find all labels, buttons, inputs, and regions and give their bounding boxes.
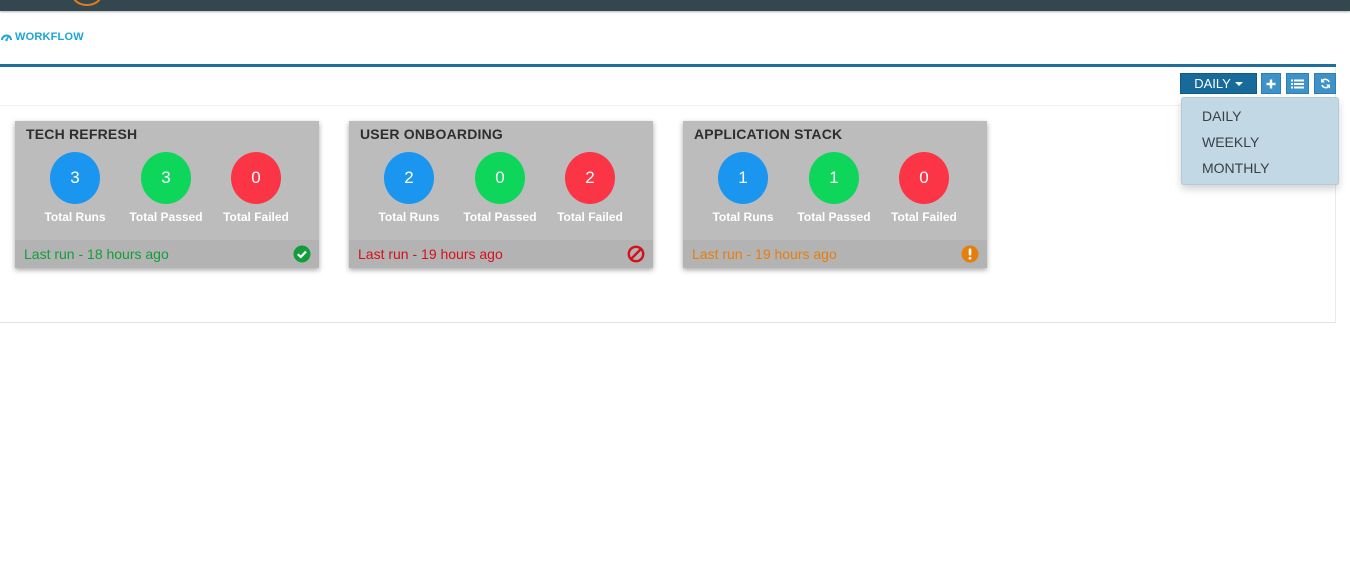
last-run-text: Last run - 19 hours ago bbox=[692, 246, 837, 262]
refresh-icon bbox=[1320, 78, 1330, 89]
card-title: APPLICATION STACK bbox=[694, 126, 843, 142]
ban-icon bbox=[627, 245, 645, 263]
period-option-weekly[interactable]: WEEKLY bbox=[1202, 134, 1259, 150]
check-circle-icon bbox=[293, 245, 311, 263]
total-passed-count: 3 bbox=[141, 152, 191, 204]
total-passed-label: Total Passed bbox=[797, 210, 871, 224]
card-title: TECH REFRESH bbox=[26, 126, 138, 142]
total-runs-label: Total Runs bbox=[44, 210, 106, 224]
total-passed-count: 0 bbox=[475, 152, 525, 204]
total-failed-label: Total Failed bbox=[891, 210, 957, 224]
top-navbar bbox=[0, 0, 1350, 11]
list-icon bbox=[1291, 79, 1304, 88]
card-footer: Last run - 18 hours ago bbox=[15, 240, 319, 268]
list-view-button[interactable] bbox=[1286, 73, 1309, 94]
period-dropdown-label: DAILY bbox=[1194, 76, 1231, 91]
total-failed-count: 0 bbox=[899, 152, 949, 204]
card-footer: Last run - 19 hours ago bbox=[349, 240, 653, 268]
total-failed-count: 2 bbox=[565, 152, 615, 204]
total-passed-label: Total Passed bbox=[463, 210, 537, 224]
last-run-text: Last run - 19 hours ago bbox=[358, 246, 503, 262]
total-passed-label: Total Passed bbox=[129, 210, 203, 224]
plus-icon bbox=[1266, 79, 1276, 88]
toolbar-divider bbox=[0, 105, 1336, 106]
period-dropdown-button[interactable]: DAILY bbox=[1180, 73, 1257, 94]
period-dropdown-menu: DAILY WEEKLY MONTHLY bbox=[1181, 97, 1339, 185]
period-option-daily[interactable]: DAILY bbox=[1202, 108, 1241, 124]
dashboard-icon bbox=[1, 32, 12, 42]
add-workflow-button[interactable] bbox=[1261, 73, 1281, 94]
workflow-card[interactable]: TECH REFRESH 3 3 0 Total Runs Total Pass… bbox=[15, 121, 319, 268]
total-runs-label: Total Runs bbox=[378, 210, 440, 224]
workflow-card[interactable]: APPLICATION STACK 1 1 0 Total Runs Total… bbox=[683, 121, 987, 268]
last-run-text: Last run - 18 hours ago bbox=[24, 246, 169, 262]
breadcrumb-label: WORKFLOW bbox=[15, 31, 84, 43]
total-runs-count: 3 bbox=[50, 152, 100, 204]
breadcrumb[interactable]: WORKFLOW bbox=[1, 30, 84, 44]
period-option-monthly[interactable]: MONTHLY bbox=[1202, 160, 1269, 176]
total-runs-label: Total Runs bbox=[712, 210, 774, 224]
total-runs-count: 2 bbox=[384, 152, 434, 204]
total-failed-label: Total Failed bbox=[557, 210, 623, 224]
workflow-card[interactable]: USER ONBOARDING 2 0 2 Total Runs Total P… bbox=[349, 121, 653, 268]
logo[interactable] bbox=[70, 0, 104, 6]
card-title: USER ONBOARDING bbox=[360, 126, 504, 142]
exclamation-circle-icon bbox=[961, 245, 979, 263]
total-runs-count: 1 bbox=[718, 152, 768, 204]
total-failed-label: Total Failed bbox=[223, 210, 289, 224]
card-footer: Last run - 19 hours ago bbox=[683, 240, 987, 268]
total-passed-count: 1 bbox=[809, 152, 859, 204]
total-failed-count: 0 bbox=[231, 152, 281, 204]
caret-down-icon bbox=[1234, 82, 1243, 86]
refresh-button[interactable] bbox=[1314, 73, 1336, 94]
